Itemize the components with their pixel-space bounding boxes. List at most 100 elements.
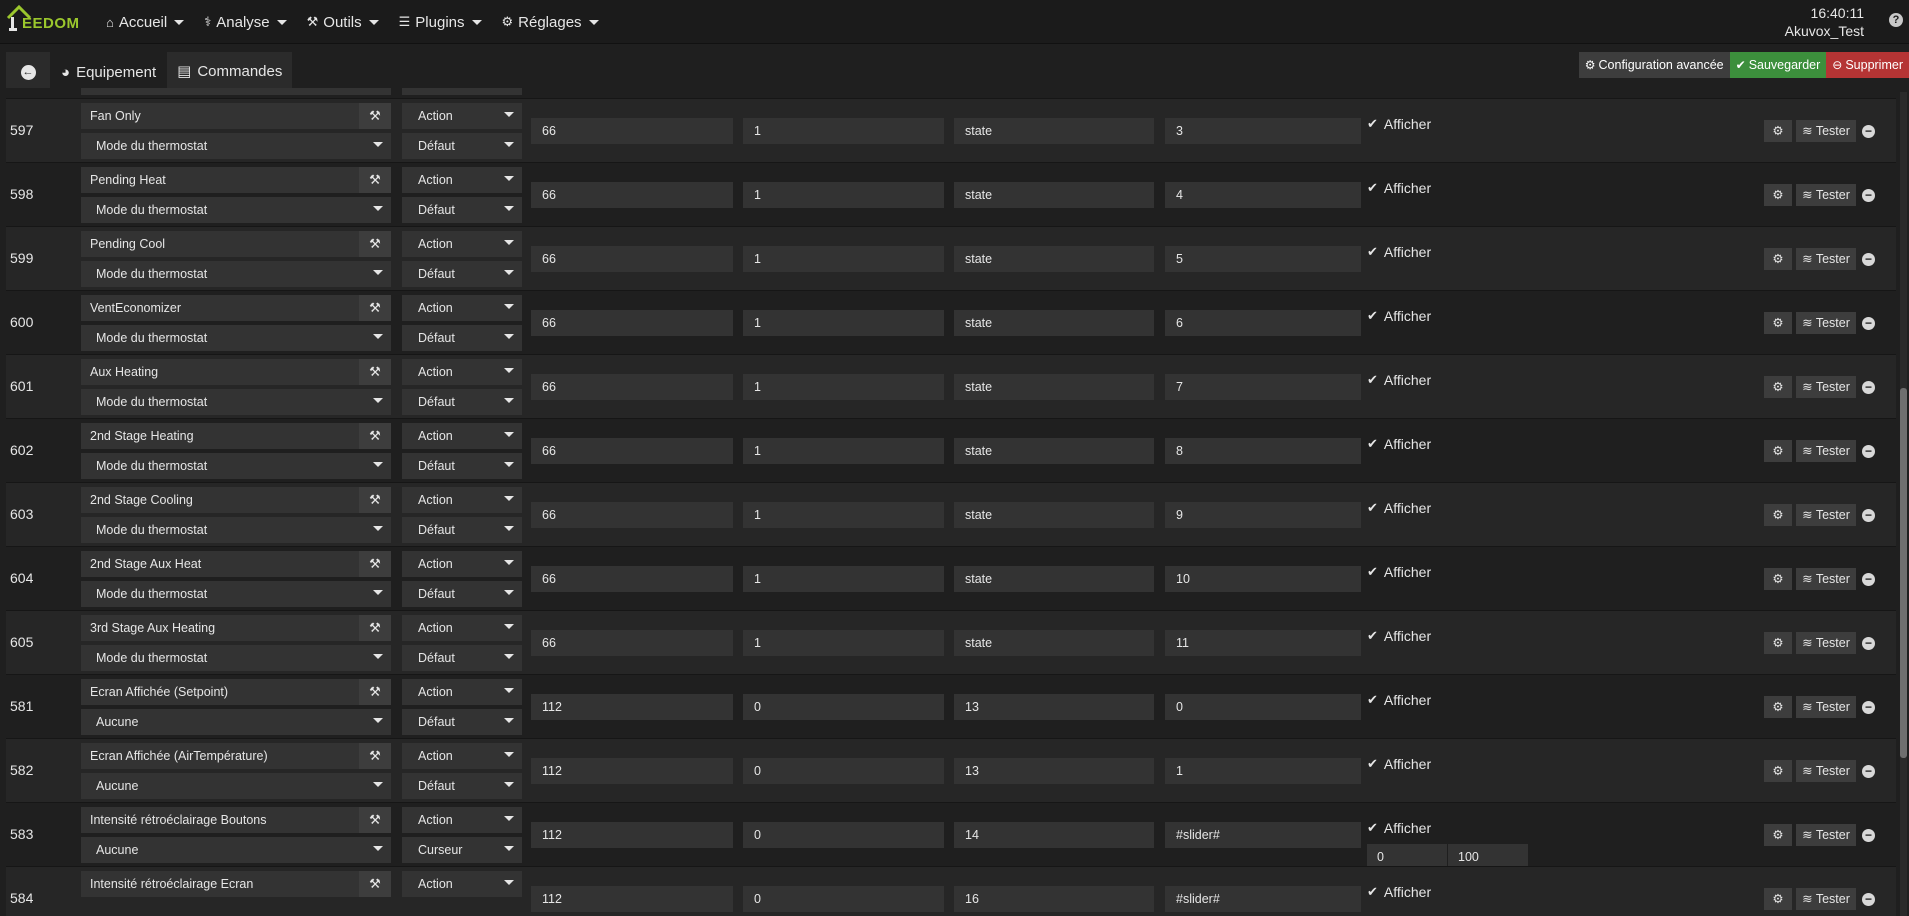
command-generic-type-select[interactable]: Mode du thermostat xyxy=(81,645,391,671)
command-value-input[interactable]: 8 xyxy=(1165,438,1361,464)
command-config-button[interactable]: ⚙ xyxy=(1764,376,1792,398)
afficher-checkbox[interactable]: ✔ Afficher xyxy=(1367,884,1431,900)
command-index-input[interactable]: state xyxy=(954,118,1154,144)
command-value-input[interactable]: 6 xyxy=(1165,310,1361,336)
remove-command-icon[interactable]: − xyxy=(1862,381,1875,394)
command-generic-type-select[interactable]: Mode du thermostat xyxy=(81,389,391,415)
command-test-button[interactable]: ≋ Tester xyxy=(1796,696,1856,718)
command-icon-button[interactable]: ⚒ xyxy=(359,679,391,705)
remove-command-icon[interactable]: − xyxy=(1862,509,1875,522)
afficher-checkbox[interactable]: ✔ Afficher xyxy=(1367,308,1431,324)
command-icon-button[interactable]: ⚒ xyxy=(359,359,391,385)
command-test-button[interactable]: ≋ Tester xyxy=(1796,376,1856,398)
command-subtype-select[interactable]: Curseur xyxy=(402,837,522,863)
command-icon-button[interactable]: ⚒ xyxy=(359,231,391,257)
command-value-input[interactable]: 1 xyxy=(1165,758,1361,784)
command-name-input[interactable]: Ecran Affichée (Setpoint) xyxy=(81,679,359,705)
command-name-input[interactable]: Fan Only xyxy=(81,103,359,129)
command-value-input[interactable]: #slider# xyxy=(1165,822,1361,848)
command-index-input[interactable]: 13 xyxy=(954,694,1154,720)
command-instance-input[interactable]: 0 xyxy=(743,886,944,912)
remove-command-icon[interactable]: − xyxy=(1862,637,1875,650)
command-class-input[interactable]: 66 xyxy=(531,502,733,528)
command-test-button[interactable]: ≋ Tester xyxy=(1796,824,1856,846)
command-config-button[interactable]: ⚙ xyxy=(1764,568,1792,590)
command-index-input[interactable]: state xyxy=(954,182,1154,208)
command-class-input[interactable]: 66 xyxy=(531,438,733,464)
command-config-button[interactable]: ⚙ xyxy=(1764,120,1792,142)
command-index-input[interactable]: state xyxy=(954,374,1154,400)
command-type-select[interactable]: Action xyxy=(402,615,522,641)
command-name-input[interactable]: 2nd Stage Cooling xyxy=(81,487,359,513)
command-index-input[interactable]: 16 xyxy=(954,886,1154,912)
command-subtype-select[interactable]: Défaut xyxy=(402,88,522,95)
command-test-button[interactable]: ≋ Tester xyxy=(1796,440,1856,462)
command-icon-button[interactable]: ⚒ xyxy=(359,551,391,577)
delete-button[interactable]: ⊖ Supprimer xyxy=(1826,52,1909,78)
command-name-input[interactable]: Intensité rétroéclairage Boutons xyxy=(81,807,359,833)
command-subtype-select[interactable]: Défaut xyxy=(402,325,522,351)
command-instance-input[interactable]: 0 xyxy=(743,758,944,784)
command-index-input[interactable]: state xyxy=(954,310,1154,336)
afficher-checkbox[interactable]: ✔ Afficher xyxy=(1367,628,1431,644)
command-class-input[interactable]: 66 xyxy=(531,246,733,272)
command-icon-button[interactable]: ⚒ xyxy=(359,103,391,129)
command-value-input[interactable]: 10 xyxy=(1165,566,1361,592)
nav-menu-plugins[interactable]: ☰ Plugins xyxy=(389,0,492,44)
remove-command-icon[interactable]: − xyxy=(1862,701,1875,714)
command-type-select[interactable]: Action xyxy=(402,551,522,577)
page-scrollbar[interactable] xyxy=(1900,92,1907,916)
command-config-button[interactable]: ⚙ xyxy=(1764,248,1792,270)
command-test-button[interactable]: ≋ Tester xyxy=(1796,312,1856,334)
command-name-input[interactable]: 2nd Stage Heating xyxy=(81,423,359,449)
command-config-button[interactable]: ⚙ xyxy=(1764,696,1792,718)
command-subtype-select[interactable]: Défaut xyxy=(402,133,522,159)
command-subtype-select[interactable]: Défaut xyxy=(402,197,522,223)
command-type-select[interactable]: Action xyxy=(402,103,522,129)
command-index-input[interactable]: 13 xyxy=(954,758,1154,784)
command-config-button[interactable]: ⚙ xyxy=(1764,632,1792,654)
command-config-button[interactable]: ⚙ xyxy=(1764,312,1792,334)
afficher-checkbox[interactable]: ✔ Afficher xyxy=(1367,564,1431,580)
command-class-input[interactable]: 66 xyxy=(531,310,733,336)
afficher-checkbox[interactable]: ✔ Afficher xyxy=(1367,372,1431,388)
command-name-input[interactable]: 2nd Stage Aux Heat xyxy=(81,551,359,577)
command-instance-input[interactable]: 0 xyxy=(743,694,944,720)
command-value-input[interactable]: 0 xyxy=(1165,694,1361,720)
command-icon-button[interactable]: ⚒ xyxy=(359,743,391,769)
afficher-checkbox[interactable]: ✔ Afficher xyxy=(1367,180,1431,196)
command-name-input[interactable]: Intensité rétroéclairage Ecran xyxy=(81,871,359,897)
command-instance-input[interactable]: 1 xyxy=(743,630,944,656)
command-instance-input[interactable]: 1 xyxy=(743,118,944,144)
command-test-button[interactable]: ≋ Tester xyxy=(1796,568,1856,590)
command-icon-button[interactable]: ⚒ xyxy=(359,167,391,193)
command-index-input[interactable]: state xyxy=(954,502,1154,528)
remove-command-icon[interactable]: − xyxy=(1862,829,1875,842)
command-type-select[interactable]: Action xyxy=(402,679,522,705)
command-class-input[interactable]: 66 xyxy=(531,630,733,656)
command-type-select[interactable]: Action xyxy=(402,231,522,257)
command-name-input[interactable]: Aux Heating xyxy=(81,359,359,385)
command-type-select[interactable]: Action xyxy=(402,423,522,449)
command-name-input[interactable]: Pending Heat xyxy=(81,167,359,193)
command-config-button[interactable]: ⚙ xyxy=(1764,504,1792,526)
command-index-input[interactable]: state xyxy=(954,246,1154,272)
command-icon-button[interactable]: ⚒ xyxy=(359,423,391,449)
command-instance-input[interactable]: 1 xyxy=(743,566,944,592)
command-config-button[interactable]: ⚙ xyxy=(1764,824,1792,846)
afficher-checkbox[interactable]: ✔ Afficher xyxy=(1367,436,1431,452)
command-test-button[interactable]: ≋ Tester xyxy=(1796,632,1856,654)
afficher-checkbox[interactable]: ✔ Afficher xyxy=(1367,244,1431,260)
command-config-button[interactable]: ⚙ xyxy=(1764,184,1792,206)
command-generic-type-select[interactable]: Aucune xyxy=(81,773,391,799)
command-index-input[interactable]: state xyxy=(954,566,1154,592)
command-subtype-select[interactable]: Défaut xyxy=(402,261,522,287)
scrollbar-thumb[interactable] xyxy=(1900,388,1907,758)
command-name-input[interactable]: Pending Cool xyxy=(81,231,359,257)
command-type-select[interactable]: Action xyxy=(402,295,522,321)
command-class-input[interactable]: 112 xyxy=(531,822,733,848)
command-value-input[interactable]: #slider# xyxy=(1165,886,1361,912)
command-test-button[interactable]: ≋ Tester xyxy=(1796,504,1856,526)
command-icon-button[interactable]: ⚒ xyxy=(359,487,391,513)
remove-command-icon[interactable]: − xyxy=(1862,893,1875,906)
